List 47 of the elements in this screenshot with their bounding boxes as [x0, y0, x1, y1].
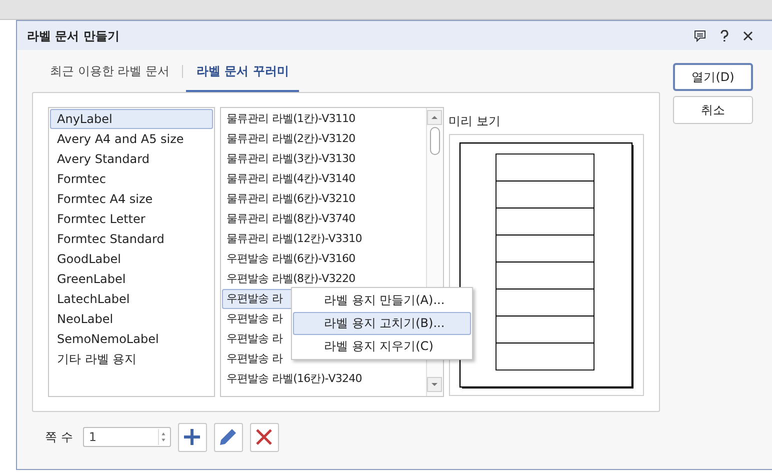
list-item[interactable]: Formtec Letter [50, 209, 214, 229]
plus-icon [183, 428, 202, 446]
comment-icon[interactable] [694, 30, 706, 42]
list-item[interactable]: 우편발송 라벨(8칸)-V3220 [222, 269, 425, 289]
list-item[interactable]: 물류관리 라벨(2칸)-V3120 [222, 129, 425, 149]
list-item[interactable]: Avery A4 and A5 size [50, 129, 214, 149]
list-item[interactable]: Formtec A4 size [50, 189, 214, 209]
list-item[interactable]: 물류관리 라벨(3칸)-V3130 [222, 149, 425, 169]
list-item[interactable]: Formtec Standard [50, 229, 214, 249]
scroll-down-icon[interactable] [427, 377, 442, 392]
list-item[interactable]: 기타 라벨 용지 [50, 349, 214, 369]
scroll-up-icon[interactable] [427, 110, 442, 125]
list-item[interactable]: 물류관리 라벨(8칸)-V3740 [222, 209, 425, 229]
menu-item[interactable]: 라벨 용지 지우기(C) [293, 335, 471, 358]
list-item[interactable]: 물류관리 라벨(1칸)-V3110 [222, 109, 425, 129]
menu-item[interactable]: 라벨 용지 만들기(A)... [293, 289, 471, 312]
open-button[interactable]: 열기(D) [673, 63, 753, 91]
list-item[interactable]: 물류관리 라벨(4칸)-V3140 [222, 169, 425, 189]
page-count-label: 쪽 수 [45, 429, 73, 446]
delete-button[interactable] [250, 422, 279, 452]
help-icon[interactable] [720, 30, 729, 42]
list-item[interactable]: NeoLabel [50, 309, 214, 329]
list-item[interactable]: 물류관리 라벨(6칸)-V3210 [222, 189, 425, 209]
list-item[interactable]: AnyLabel [50, 109, 214, 129]
list-item[interactable]: GoodLabel [50, 249, 214, 269]
list-item[interactable]: 물류관리 라벨(12칸)-V3310 [222, 229, 425, 249]
list-item[interactable]: GreenLabel [50, 269, 214, 289]
list-item[interactable]: SemoNemoLabel [50, 329, 214, 349]
spinner-arrows-icon[interactable] [158, 429, 167, 445]
list-item[interactable]: Formtec [50, 169, 214, 189]
x-icon [256, 429, 272, 445]
page-count-spinner[interactable]: 1 [82, 427, 171, 447]
list-item[interactable]: Avery Standard [50, 149, 214, 169]
tab[interactable]: 최근 이용한 라벨 문서 [40, 50, 180, 92]
edit-button[interactable] [214, 422, 243, 452]
spinner-value: 1 [88, 429, 96, 446]
list-item[interactable]: 우편발송 라벨(16칸)-V3240 [222, 369, 425, 389]
menu-item[interactable]: 라벨 용지 고치기(B)... [293, 312, 471, 335]
close-icon[interactable] [743, 30, 753, 40]
window-title: 라벨 문서 만들기 [27, 28, 120, 44]
scroll-thumb[interactable] [430, 127, 440, 155]
pencil-icon [219, 428, 238, 446]
add-button[interactable] [178, 422, 207, 452]
cancel-button[interactable]: 취소 [673, 96, 753, 124]
preview-title: 미리 보기 [448, 113, 502, 130]
list-item[interactable]: 우편발송 라벨(6칸)-V3160 [222, 249, 425, 269]
list-item[interactable]: LatechLabel [50, 289, 214, 309]
